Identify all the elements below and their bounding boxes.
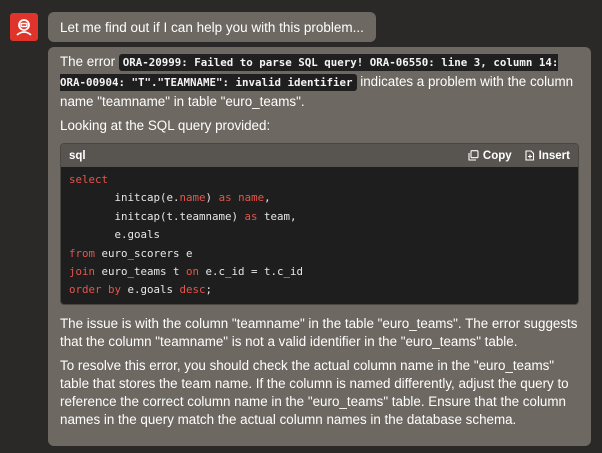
looking-paragraph: Looking at the SQL query provided:	[60, 118, 271, 133]
code-actions: Copy Insert	[468, 147, 570, 165]
sql-code-block: sql Copy Insert select initcap(e.name) a…	[60, 143, 579, 305]
copy-button[interactable]: Copy	[468, 147, 512, 165]
issue-paragraph: The issue is with the column "teamname" …	[60, 315, 578, 349]
code-body: select initcap(e.name) as name, initcap(…	[61, 167, 578, 304]
code-line: initcap(t.teamname) as team,	[69, 209, 297, 223]
code-line: e.goals	[69, 228, 161, 242]
code-line: initcap(e.name) as name,	[69, 191, 271, 205]
copy-icon	[468, 150, 479, 161]
code-line: join euro_teams t on e.c_id = t.c_id	[69, 265, 304, 279]
assistant-avatar	[10, 13, 38, 41]
code-line: order by e.goals desc;	[69, 283, 213, 297]
greeting-message: Let me find out if I can help you with t…	[48, 12, 376, 42]
copy-label: Copy	[482, 149, 512, 162]
error-intro-paragraph: The error ORA-20999: Failed to parse SQL…	[60, 53, 579, 111]
assistant-avatar-icon	[16, 19, 32, 36]
code-line: select	[69, 173, 109, 186]
code-line: from euro_scorers e	[69, 246, 193, 260]
insert-label: Insert	[538, 149, 570, 162]
greeting-text: Let me find out if I can help you with t…	[60, 19, 364, 35]
insert-button[interactable]: Insert	[524, 147, 570, 165]
resolve-paragraph: To resolve this error, you should check …	[60, 357, 569, 427]
code-language-label: sql	[69, 149, 86, 162]
intro-before-text: The error	[60, 54, 119, 69]
insert-icon	[525, 150, 534, 161]
code-block-header: sql Copy Insert	[61, 144, 578, 167]
assistant-response: The error ORA-20999: Failed to parse SQL…	[48, 47, 591, 446]
